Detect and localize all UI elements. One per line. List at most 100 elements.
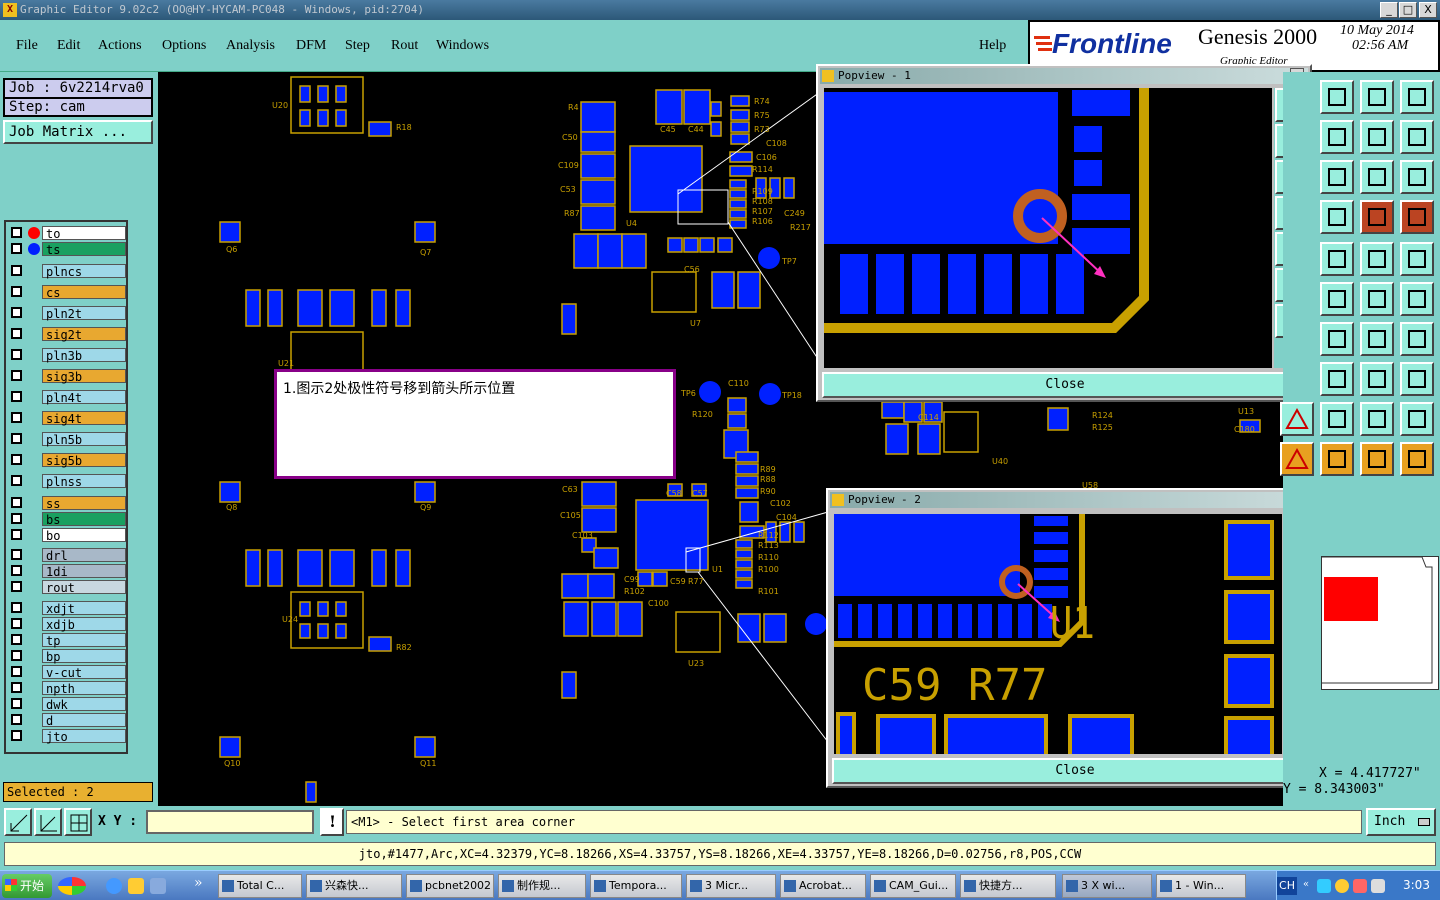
taskbar-item[interactable]: 兴森快... <box>306 874 402 898</box>
layer-name[interactable]: sig3b <box>42 369 126 384</box>
layer-row-sig4t[interactable]: sig4t <box>8 411 126 426</box>
xy-input[interactable] <box>146 810 314 834</box>
menu-options[interactable]: Options <box>162 38 206 54</box>
layer-name[interactable]: sig2t <box>42 327 126 342</box>
qq-icon[interactable] <box>58 877 86 895</box>
taskbar-item[interactable]: CAM_Gui... <box>870 874 956 898</box>
layer-name[interactable]: plnss <box>42 474 126 489</box>
layer-row-v-cut[interactable]: v-cut <box>8 665 126 680</box>
layer-name[interactable]: pln2t <box>42 306 126 321</box>
taskbar-item[interactable]: Acrobat... <box>780 874 866 898</box>
layer-row-1di[interactable]: 1di <box>8 564 126 579</box>
grid-button[interactable] <box>1320 200 1354 234</box>
layer-checkbox[interactable] <box>11 602 22 613</box>
layer-row-plncs[interactable]: plncs <box>8 264 126 279</box>
layer-checkbox[interactable] <box>11 286 22 297</box>
layer-checkbox[interactable] <box>11 714 22 725</box>
layer-row-sig3b[interactable]: sig3b <box>8 369 126 384</box>
layer-name[interactable]: npth <box>42 681 126 696</box>
layer-row-xdjt[interactable]: xdjt <box>8 601 126 616</box>
close-window-button[interactable]: X <box>1419 2 1437 18</box>
layer-name[interactable]: tp <box>42 633 126 648</box>
layer-name[interactable]: d <box>42 713 126 728</box>
delete-button[interactable] <box>1320 282 1354 316</box>
layer-row-d[interactable]: d <box>8 713 126 728</box>
layer-row-plnss[interactable]: plnss <box>8 474 126 489</box>
layer-checkbox[interactable] <box>11 497 22 508</box>
triangle-left-button[interactable] <box>1280 402 1314 436</box>
layer-checkbox[interactable] <box>11 698 22 709</box>
next-view-button[interactable] <box>1320 120 1354 154</box>
units-selector[interactable]: Inch <box>1366 808 1436 836</box>
pointer-3-button[interactable] <box>1400 442 1434 476</box>
layer-name[interactable]: ss <box>42 496 126 511</box>
layer-row-bp[interactable]: bp <box>8 649 126 664</box>
layer-checkbox[interactable] <box>11 412 22 423</box>
arc-tool-button[interactable] <box>1360 322 1394 356</box>
layer-row-pln4t[interactable]: pln4t <box>8 390 126 405</box>
layer-name[interactable]: pln3b <box>42 348 126 363</box>
layer-checkbox[interactable] <box>11 650 22 661</box>
pad-button[interactable] <box>1400 242 1434 276</box>
layer-name[interactable]: xdjb <box>42 617 126 632</box>
minus-button[interactable] <box>1320 362 1354 396</box>
layer-name[interactable]: rout <box>42 580 126 595</box>
layer-checkbox[interactable] <box>11 682 22 693</box>
layer-checkbox[interactable] <box>11 581 22 592</box>
triangle-3-button[interactable] <box>1400 402 1434 436</box>
tray-volume-icon[interactable] <box>1371 879 1385 893</box>
browser-icon[interactable] <box>150 878 166 894</box>
layer-name[interactable]: v-cut <box>42 665 126 680</box>
taskbar-item[interactable]: 1 - Win... <box>1156 874 1246 898</box>
layer-name[interactable]: dwk <box>42 697 126 712</box>
taskbar-item[interactable]: pcbnet2002 <box>406 874 494 898</box>
split-view-button[interactable] <box>1400 80 1434 114</box>
triangle-button[interactable] <box>1320 402 1354 436</box>
center-button[interactable] <box>1320 160 1354 194</box>
layer-checkbox[interactable] <box>11 475 22 486</box>
menu-help[interactable]: Help <box>979 38 1006 54</box>
layer-name[interactable]: pln5b <box>42 432 126 447</box>
layer-checkbox[interactable] <box>11 370 22 381</box>
snap-grid-button[interactable] <box>64 808 92 836</box>
layer-checkbox[interactable] <box>11 265 22 276</box>
quicklaunch-more-icon[interactable]: » <box>194 875 203 891</box>
layer-row-drl[interactable]: drl <box>8 548 126 563</box>
job-matrix-button[interactable]: Job Matrix ... <box>3 120 153 144</box>
layer-checkbox[interactable] <box>11 454 22 465</box>
menu-dfm[interactable]: DFM <box>296 38 326 54</box>
taskbar-item[interactable]: Total C... <box>218 874 302 898</box>
layer-checkbox[interactable] <box>11 243 22 254</box>
maximize-button[interactable]: □ <box>1399 2 1417 18</box>
layer-row-to[interactable]: to <box>8 226 126 241</box>
layer-name[interactable]: plncs <box>42 264 126 279</box>
taskbar-item[interactable]: 3 X wi... <box>1062 874 1152 898</box>
layer-checkbox[interactable] <box>11 227 22 238</box>
start-button[interactable]: 开始 <box>2 874 52 898</box>
tray-app-icon[interactable] <box>1335 879 1349 893</box>
layer-row-sig5b[interactable]: sig5b <box>8 453 126 468</box>
layer-row-bo[interactable]: bo <box>8 528 126 543</box>
mini-map[interactable] <box>1321 556 1439 690</box>
layer-name[interactable]: bp <box>42 649 126 664</box>
layer-name[interactable]: to <box>42 226 126 241</box>
layer-row-ts[interactable]: ts <box>8 242 126 257</box>
popview-1-canvas[interactable] <box>824 88 1272 368</box>
layer-name[interactable]: drl <box>42 548 126 563</box>
home-view-button[interactable] <box>1360 80 1394 114</box>
menu-windows[interactable]: Windows <box>436 38 489 54</box>
popview-1-close-button[interactable]: Close <box>822 372 1308 398</box>
layer-name[interactable]: cs <box>42 285 126 300</box>
menu-actions[interactable]: Actions <box>98 38 142 54</box>
layer-checkbox[interactable] <box>11 565 22 576</box>
layer-row-rout[interactable]: rout <box>8 580 126 595</box>
line-tool-button[interactable] <box>1320 322 1354 356</box>
tray-antivirus-icon[interactable] <box>1353 879 1367 893</box>
tray-collapse-icon[interactable]: « <box>1303 879 1309 890</box>
layer-name[interactable]: sig5b <box>42 453 126 468</box>
layer-checkbox[interactable] <box>11 666 22 677</box>
menu-file[interactable]: File <box>16 38 38 54</box>
ie-icon[interactable] <box>106 878 122 894</box>
layer-row-jto[interactable]: jto <box>8 729 126 744</box>
layer-row-dwk[interactable]: dwk <box>8 697 126 712</box>
